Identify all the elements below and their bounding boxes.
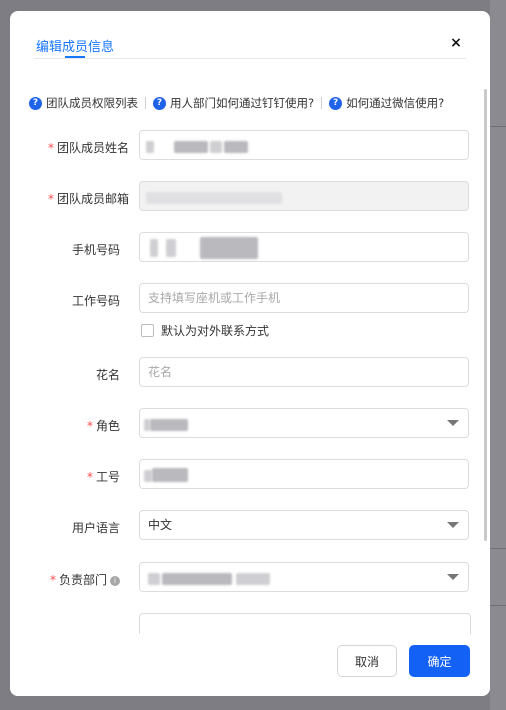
- question-circle-icon: ?: [29, 96, 42, 110]
- employee-id-label-text: 工号: [95, 470, 120, 484]
- email-label-text: 团队成员邮箱: [56, 192, 129, 206]
- default-contact-option[interactable]: 默认为对外联系方式: [141, 322, 269, 338]
- help-links: ? 团队成员权限列表 ? 用人部门如何通过钉钉使用? ? 如何通过微信使用?: [29, 94, 444, 112]
- redacted-text: [152, 468, 188, 482]
- mobile-label: 手机号码: [71, 243, 120, 257]
- language-label: 用户语言: [71, 521, 120, 535]
- title-underline: [65, 56, 85, 58]
- redacted-text: [150, 419, 188, 431]
- role-select[interactable]: [139, 408, 469, 438]
- role-label-text: 角色: [95, 419, 120, 433]
- partial-field: [139, 613, 471, 634]
- nickname-label: 花名: [95, 368, 120, 382]
- nickname-placeholder: 花名: [148, 365, 173, 379]
- cancel-button[interactable]: 取消: [337, 645, 397, 677]
- info-circle-icon[interactable]: i: [110, 576, 120, 586]
- required-mark: *: [86, 419, 93, 433]
- help-link-wechat[interactable]: ? 如何通过微信使用?: [329, 95, 444, 111]
- department-select[interactable]: [139, 562, 469, 592]
- department-label-text: 负责部门: [58, 573, 107, 587]
- redacted-text: [150, 239, 158, 257]
- redacted-text: [236, 573, 270, 585]
- language-select[interactable]: 中文: [139, 510, 469, 540]
- nickname-input[interactable]: 花名: [139, 357, 469, 387]
- close-icon[interactable]: ×: [448, 34, 464, 52]
- email-input[interactable]: [139, 181, 469, 211]
- required-mark: *: [49, 573, 56, 587]
- backdrop-divider: [490, 548, 506, 549]
- caret-down-icon: [447, 522, 459, 528]
- help-link-label: 团队成员权限列表: [46, 96, 138, 110]
- required-mark: *: [47, 141, 54, 155]
- redacted-text: [210, 141, 222, 153]
- caret-down-icon: [447, 574, 459, 580]
- modal-header: 编辑成员信息 ×: [10, 11, 490, 69]
- name-label: * 团队成员姓名: [19, 139, 129, 156]
- backdrop-divider: [490, 126, 506, 127]
- help-link-permissions[interactable]: ? 团队成员权限列表: [29, 95, 138, 111]
- help-link-dingtalk[interactable]: ? 用人部门如何通过钉钉使用?: [153, 95, 314, 111]
- required-mark: *: [47, 192, 54, 206]
- divider: [321, 97, 323, 109]
- ok-button[interactable]: 确定: [409, 645, 470, 677]
- scrollbar[interactable]: [484, 89, 487, 541]
- name-label-text: 团队成员姓名: [56, 141, 129, 155]
- default-contact-label: 默认为对外联系方式: [161, 323, 270, 338]
- default-contact-checkbox[interactable]: [141, 323, 154, 337]
- help-link-label: 用人部门如何通过钉钉使用?: [170, 96, 315, 110]
- employee-id-label: * 工号: [10, 468, 120, 485]
- employee-id-input[interactable]: [139, 459, 469, 489]
- work-phone-placeholder: 支持填写座机或工作手机: [148, 291, 281, 305]
- redacted-text: [174, 141, 208, 153]
- work-phone-input[interactable]: 支持填写座机或工作手机: [139, 283, 469, 313]
- email-label: * 团队成员邮箱: [19, 190, 129, 207]
- question-circle-icon: ?: [329, 96, 343, 110]
- modal-title: 编辑成员信息: [36, 40, 115, 55]
- backdrop-divider: [490, 605, 506, 606]
- department-label: * 负责部门 i: [10, 571, 120, 588]
- redacted-text: [146, 192, 282, 204]
- language-value: 中文: [148, 518, 173, 532]
- role-label: * 角色: [10, 417, 120, 434]
- redacted-text: [162, 573, 232, 585]
- redacted-text: [200, 237, 258, 259]
- redacted-text: [148, 573, 160, 585]
- redacted-text: [166, 239, 176, 257]
- redacted-text: [144, 470, 152, 482]
- modal-footer: 取消 确定: [10, 636, 490, 696]
- page-backdrop: [490, 0, 506, 710]
- required-mark: *: [86, 470, 93, 484]
- work-phone-label: 工作号码: [71, 294, 120, 308]
- mobile-input[interactable]: [139, 232, 469, 262]
- redacted-text: [146, 141, 154, 153]
- header-divider: [34, 58, 466, 59]
- question-circle-icon: ?: [153, 96, 166, 110]
- caret-down-icon: [447, 420, 459, 426]
- divider: [145, 97, 146, 109]
- name-input[interactable]: [139, 130, 469, 160]
- edit-member-modal: 编辑成员信息 × ? 团队成员权限列表 ? 用人部门如何通过钉钉使用? ? 如何…: [10, 11, 490, 696]
- redacted-text: [224, 141, 248, 153]
- help-link-label: 如何通过微信使用?: [346, 96, 445, 110]
